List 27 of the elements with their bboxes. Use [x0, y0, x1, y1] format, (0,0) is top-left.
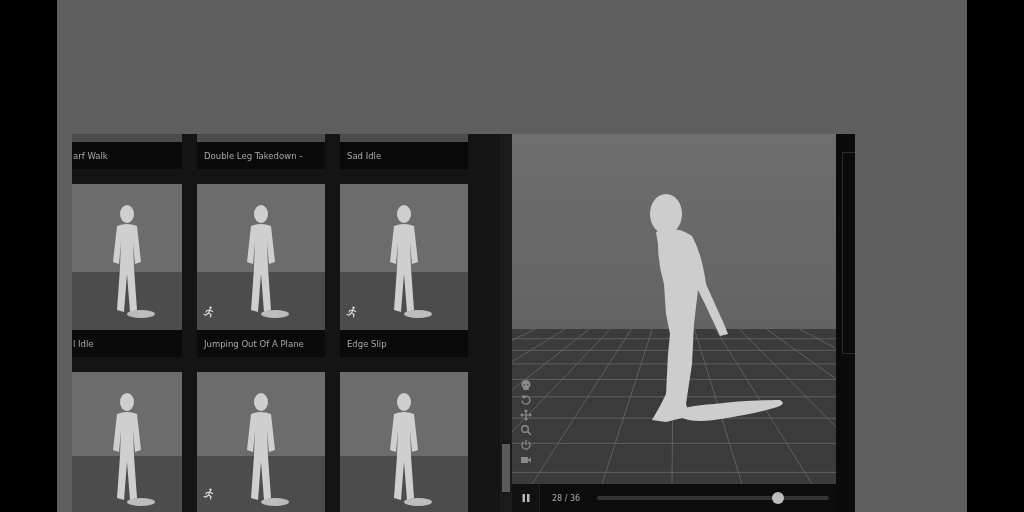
running-figure-icon	[203, 488, 215, 500]
animation-title: Double Leg Takedown -	[204, 150, 303, 161]
running-figure-icon	[203, 306, 215, 318]
pause-button[interactable]	[512, 484, 540, 512]
animation-title: Sad Idle	[347, 150, 382, 161]
3d-viewport[interactable]: 28 / 36	[512, 134, 836, 512]
skull-icon[interactable]	[520, 379, 532, 391]
rotate-icon[interactable]	[520, 394, 532, 406]
animation-thumbnail[interactable]	[197, 372, 325, 512]
pause-icon	[520, 493, 531, 503]
move-icon[interactable]	[520, 409, 532, 421]
search-icon[interactable]	[520, 424, 532, 436]
animation-title: Jumping Out Of A Plane	[204, 338, 304, 349]
slider-thumb[interactable]	[772, 492, 785, 504]
animation-thumbnail[interactable]	[340, 372, 468, 512]
animation-title: arf Walk	[73, 150, 108, 161]
animation-title: Edge Slip	[347, 338, 387, 349]
animation-thumbnail[interactable]	[197, 184, 325, 330]
animation-title: l Idle	[73, 338, 94, 349]
scrollbar-thumb[interactable]	[502, 444, 510, 492]
camera-icon[interactable]	[520, 454, 532, 466]
animation-thumbnail[interactable]	[72, 372, 182, 512]
power-icon[interactable]	[520, 439, 532, 451]
animation-thumbnail[interactable]	[340, 184, 468, 330]
running-figure-icon	[346, 306, 358, 318]
animation-thumbnail[interactable]	[72, 184, 182, 330]
frame-counter: 28 / 36	[552, 493, 581, 503]
